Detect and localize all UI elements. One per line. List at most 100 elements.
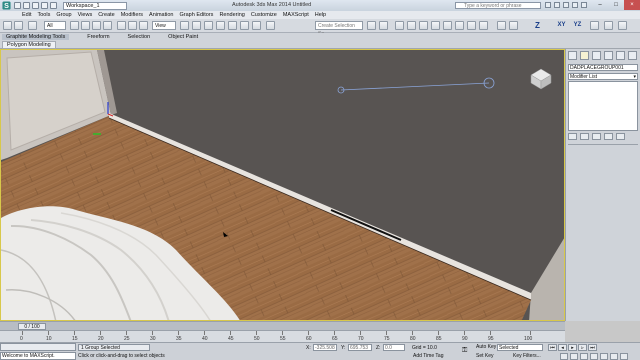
align-button[interactable] <box>379 21 388 30</box>
axis-constraint-button[interactable] <box>497 21 506 30</box>
orbit-icon[interactable] <box>610 353 618 360</box>
zoom-all-icon[interactable] <box>570 353 578 360</box>
show-end-result-icon[interactable] <box>580 133 589 140</box>
reference-coord-dropdown[interactable]: View <box>152 21 176 30</box>
go-to-end-icon[interactable]: ⏭ <box>588 344 597 351</box>
menu-help[interactable]: Help <box>315 11 332 19</box>
zoom-icon[interactable] <box>560 353 568 360</box>
mirror-button[interactable] <box>367 21 376 30</box>
modify-tab-icon[interactable] <box>580 51 589 60</box>
rotate-button[interactable] <box>128 21 137 30</box>
time-slider[interactable]: 0 / 100 <box>0 321 565 330</box>
toolbar-extra-button-2[interactable] <box>618 21 627 30</box>
maximize-viewport-icon[interactable] <box>620 353 628 360</box>
axis-xy-button[interactable]: XY <box>556 20 567 31</box>
search-icon[interactable] <box>545 2 551 8</box>
create-tab-icon[interactable] <box>568 51 577 60</box>
percent-snap-button[interactable] <box>240 21 249 30</box>
rendered-frame-button[interactable] <box>467 21 476 30</box>
axis-z-button[interactable]: Z <box>532 20 543 31</box>
scale-button[interactable] <box>139 21 148 30</box>
add-time-tag-button[interactable]: Add Time Tag <box>413 353 443 359</box>
auto-key-button[interactable]: Auto Key <box>476 344 496 350</box>
constraint-plane-button[interactable] <box>590 21 599 30</box>
z-coordinate-field[interactable]: 0.0 <box>383 344 405 351</box>
subtab-polygon-modeling[interactable]: Polygon Modeling <box>2 41 56 49</box>
make-unique-icon[interactable] <box>592 133 601 140</box>
tab-selection[interactable]: Selection <box>128 34 151 40</box>
tab-object-paint[interactable]: Object Paint <box>168 34 198 40</box>
undo-icon[interactable] <box>41 2 48 9</box>
perspective-viewport[interactable] <box>0 49 565 321</box>
menu-customize[interactable]: Customize <box>251 11 283 19</box>
pivot-center-button[interactable] <box>180 21 189 30</box>
maxscript-listener[interactable]: Welcome to MAXScript. <box>0 352 76 360</box>
communication-icon[interactable] <box>563 2 569 8</box>
set-key-button[interactable]: Set Key <box>476 353 494 359</box>
select-manipulate-button[interactable] <box>192 21 201 30</box>
display-tab-icon[interactable] <box>616 51 625 60</box>
pin-stack-icon[interactable] <box>568 133 577 140</box>
menu-animation[interactable]: Animation <box>149 11 179 19</box>
render-setup-button[interactable] <box>455 21 464 30</box>
move-button[interactable] <box>117 21 126 30</box>
favorites-icon[interactable] <box>572 2 578 8</box>
graphite-toggle-button[interactable] <box>407 21 416 30</box>
schematic-view-button[interactable] <box>431 21 440 30</box>
key-filters-button[interactable]: Key Filters... <box>513 353 541 359</box>
object-name-field[interactable]: DADPLACEGROUP001 <box>568 64 638 71</box>
open-file-icon[interactable] <box>23 2 30 9</box>
angle-snap-button[interactable] <box>228 21 237 30</box>
rectangular-selection-button[interactable] <box>92 21 101 30</box>
edit-named-selection-button[interactable] <box>266 21 275 30</box>
render-production-button[interactable] <box>479 21 488 30</box>
undo-button[interactable] <box>3 21 12 30</box>
subscription-icon[interactable] <box>554 2 560 8</box>
field-of-view-icon[interactable] <box>590 353 598 360</box>
redo-button[interactable] <box>14 21 23 30</box>
tab-freeform[interactable]: Freeform <box>87 34 109 40</box>
menu-views[interactable]: Views <box>78 11 99 19</box>
select-object-button[interactable] <box>70 21 79 30</box>
toolbar-extra-button[interactable] <box>604 21 613 30</box>
next-frame-icon[interactable]: ▹ <box>578 344 587 351</box>
spinner-snap-button[interactable] <box>252 21 261 30</box>
key-lock-icon[interactable]: ⚿ <box>462 347 467 355</box>
axis-constraint-x-button[interactable] <box>509 21 518 30</box>
link-button[interactable] <box>28 21 37 30</box>
snaps-toggle-button[interactable] <box>216 21 225 30</box>
close-button[interactable]: × <box>624 0 640 10</box>
redo-icon[interactable] <box>50 2 57 9</box>
menu-maxscript[interactable]: MAXScript <box>283 11 315 19</box>
tab-graphite-modeling-tools[interactable]: Graphite Modeling Tools <box>2 34 70 40</box>
menu-modifiers[interactable]: Modifiers <box>121 11 149 19</box>
menu-create[interactable]: Create <box>98 11 121 19</box>
utilities-tab-icon[interactable] <box>628 51 637 60</box>
play-icon[interactable]: ▸ <box>568 344 577 351</box>
curve-editor-button[interactable] <box>419 21 428 30</box>
app-logo-icon[interactable]: S <box>0 0 12 11</box>
menu-tools[interactable]: Tools <box>37 11 56 19</box>
new-file-icon[interactable] <box>14 2 21 9</box>
help-icon[interactable] <box>581 2 587 8</box>
help-search-input[interactable]: Type a keyword or phrase <box>455 2 541 9</box>
select-by-name-button[interactable] <box>81 21 90 30</box>
y-coordinate-field[interactable]: 695.753 <box>348 344 372 351</box>
modifier-stack[interactable] <box>568 81 638 131</box>
workspace-dropdown[interactable]: Workspace_1 <box>63 1 127 10</box>
configure-sets-icon[interactable] <box>616 133 625 140</box>
menu-graph-editors[interactable]: Graph Editors <box>180 11 220 19</box>
maximize-button[interactable]: □ <box>608 0 624 10</box>
x-coordinate-field[interactable]: -325.508 <box>313 344 337 351</box>
menu-rendering[interactable]: Rendering <box>219 11 250 19</box>
save-file-icon[interactable] <box>32 2 39 9</box>
minimize-button[interactable]: – <box>592 0 608 10</box>
named-selection-set-dropdown[interactable]: Create Selection Se <box>315 21 363 37</box>
motion-tab-icon[interactable] <box>604 51 613 60</box>
window-crossing-button[interactable] <box>103 21 112 30</box>
axis-yz-button[interactable]: YZ <box>572 20 583 31</box>
menu-edit[interactable]: Edit <box>22 11 37 19</box>
keyboard-shortcut-button[interactable] <box>204 21 213 30</box>
go-to-start-icon[interactable]: ⏮ <box>548 344 557 351</box>
key-mode-dropdown[interactable]: Selected <box>497 344 543 351</box>
